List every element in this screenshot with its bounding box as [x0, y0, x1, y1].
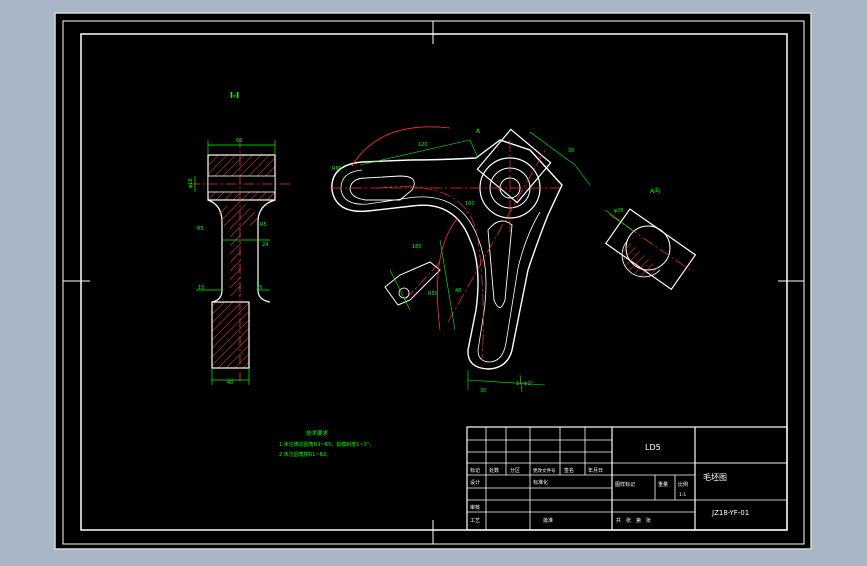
dim-arm-detail: R50 — [428, 291, 438, 297]
tb-header-5: 年月日 — [588, 467, 603, 474]
tb-stage: 图样标记 — [615, 481, 635, 488]
dim-arm-lower-1: 180 — [412, 244, 422, 250]
tb-approve: 批准 — [543, 517, 553, 524]
dim-section-neck-1: 15 — [198, 285, 204, 291]
dim-arm-base: 30 — [480, 388, 486, 394]
dim-arm-bottom: 1° ±1° — [516, 381, 534, 387]
dim-section-top-width: 60 — [236, 138, 242, 144]
dim-section-mid-3: 24 — [262, 242, 268, 248]
tb-scale-value: 1:1 — [679, 492, 686, 498]
dim-section-bottom: 40 — [227, 380, 233, 386]
tb-material: LD5 — [645, 443, 661, 452]
dim-arm-side: 100 — [465, 201, 475, 207]
tb-drawing-number: JZ18-YF-01 — [711, 509, 749, 517]
dim-section-neck-2: 15 — [256, 285, 262, 291]
dim-arm-slant: 30 — [568, 148, 574, 154]
dim-side: φ26 — [614, 208, 624, 214]
dim-arm-top: 120 — [418, 142, 428, 148]
dim-section-left-dia: φ16 — [188, 178, 194, 188]
notes-line-2: 2.未注圆角按R1~R2。 — [279, 451, 331, 458]
tb-sign-review: 审核 — [470, 504, 480, 511]
dim-arm-r1: R60 — [332, 166, 342, 172]
tb-drawing-name: 毛坯图 — [703, 472, 727, 482]
drawing-sheet — [54, 12, 812, 550]
tb-standardization: 标准化 — [533, 479, 548, 486]
tb-header-2: 分区 — [510, 467, 520, 474]
tb-scale: 比例 — [678, 481, 688, 488]
tb-header-3: 更改文件号 — [533, 467, 556, 474]
side-label: A向 — [650, 187, 660, 195]
dim-section-mid-1: R5 — [197, 226, 204, 232]
tb-sign-design: 设计 — [470, 479, 480, 486]
drawing-canvas: I-I 60 φ16 R5 R5 24 15 15 40 A R60 120 3… — [54, 12, 812, 550]
tb-header-4: 签名 — [564, 467, 574, 474]
tb-sign-process: 工艺 — [470, 518, 480, 524]
cad-viewport: I-I 60 φ16 R5 R5 24 15 15 40 A R60 120 3… — [0, 0, 867, 562]
notes-title: 技术要求 — [306, 429, 329, 437]
notes-line-1: 1.未注铸造圆角R3~R5，拔模斜度1~3°， — [279, 441, 374, 448]
tb-sheet-info: 共 张 第 张 — [616, 517, 651, 524]
tb-header-0: 标记 — [470, 467, 480, 474]
dim-arm-lower-2: 40 — [455, 288, 461, 294]
view-label: I-I — [230, 91, 239, 100]
tb-weight: 重量 — [658, 481, 668, 488]
tb-header-1: 处数 — [489, 467, 499, 474]
dim-section-mid-2: R5 — [260, 222, 267, 228]
